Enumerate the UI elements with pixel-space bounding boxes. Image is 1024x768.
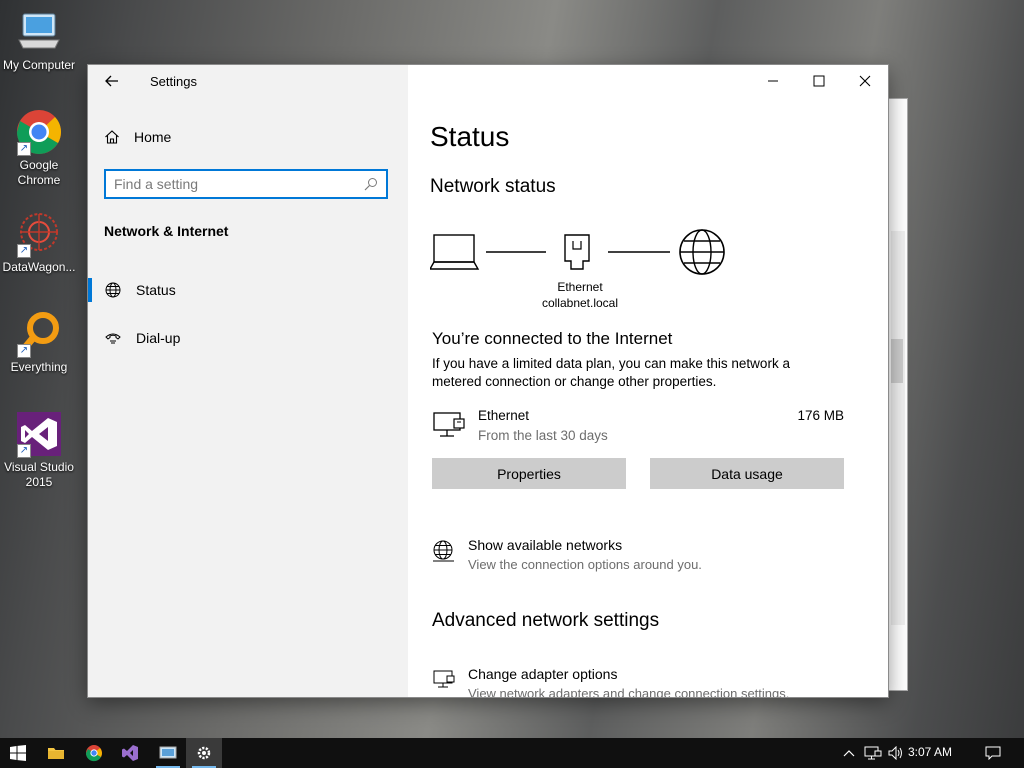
properties-button[interactable]: Properties (432, 458, 626, 489)
desktop-icon-datawagon[interactable]: ↗ DataWagon... (0, 210, 78, 275)
taskbar-visual-studio[interactable] (112, 738, 148, 768)
settings-window: Settings Home Network & Internet Status … (88, 65, 888, 697)
taskbar-settings[interactable] (186, 738, 222, 768)
globe-network-icon (433, 540, 454, 562)
shortcut-arrow-icon: ↗ (17, 142, 31, 156)
desktop-icon-label: Google Chrome (17, 158, 61, 187)
settings-content: Status Network status Ethernet collabnet… (408, 65, 888, 697)
desktop-icon-label: My Computer (2, 58, 76, 72)
taskbar: 3:07 AM (0, 738, 1024, 768)
data-usage-amount: 176 MB (797, 408, 844, 423)
link-description: View the connection options around you. (468, 557, 702, 572)
minimize-button[interactable] (750, 65, 796, 97)
window-title: Settings (150, 74, 197, 89)
visual-studio-icon: ↗ (15, 410, 63, 458)
adapter-monitor-icon (433, 670, 455, 688)
taskbar-network-tool[interactable] (150, 738, 186, 768)
sidebar-item-status[interactable]: Status (88, 272, 408, 308)
adapter-domain: collabnet.local (541, 296, 619, 310)
ethernet-monitor-icon (433, 412, 465, 437)
home-icon (105, 130, 119, 144)
search-input[interactable] (106, 171, 362, 197)
link-title: Change adapter options (468, 666, 618, 682)
change-adapter-options-link[interactable]: Change adapter options View network adap… (432, 666, 852, 697)
sidebar-item-label: Dial-up (136, 330, 181, 346)
connection-status-title: You’re connected to the Internet (432, 329, 673, 348)
search-box[interactable] (104, 169, 388, 199)
action-center-icon[interactable] (978, 738, 1008, 768)
ethernet-port-icon (564, 234, 590, 270)
connection-status-description: If you have a limited data plan, you can… (432, 356, 790, 389)
connection-row: Ethernet From the last 30 days 176 MB (432, 407, 844, 447)
network-status-heading: Network status (430, 176, 556, 197)
home-link[interactable]: Home (104, 129, 171, 145)
settings-sidebar: Settings Home Network & Internet Status … (88, 65, 408, 697)
phone-icon (105, 333, 121, 344)
visual-studio-icon (122, 745, 138, 761)
back-arrow-icon[interactable] (104, 73, 120, 89)
close-icon (859, 75, 871, 87)
maximize-button[interactable] (796, 65, 842, 97)
data-usage-button[interactable]: Data usage (650, 458, 844, 489)
gear-icon (197, 746, 211, 760)
taskbar-file-explorer[interactable] (38, 738, 74, 768)
desktop-icon-label: Visual Studio 2015 (4, 460, 74, 489)
desktop-icon-chrome[interactable]: ↗ Google Chrome (0, 108, 78, 188)
sidebar-item-dial-up[interactable]: Dial-up (88, 320, 408, 356)
adapter-label: Ethernet collabnet.local (528, 279, 632, 311)
show-available-networks-link[interactable]: Show available networks View the connect… (432, 537, 852, 577)
tray-network-icon[interactable] (862, 738, 884, 768)
datawagon-icon: ↗ (15, 210, 63, 258)
shortcut-arrow-icon: ↗ (17, 444, 31, 458)
section-title: Network & Internet (104, 223, 229, 239)
page-title: Status (430, 121, 510, 152)
close-button[interactable] (842, 65, 888, 97)
desktop-icon-everything[interactable]: ↗ Everything (0, 310, 78, 375)
computer-icon (15, 8, 63, 56)
desktop-icon-label: DataWagon... (2, 260, 76, 274)
background-scrollbar-thumb[interactable] (891, 339, 903, 383)
chrome-icon (85, 745, 102, 762)
connection-period: From the last 30 days (478, 428, 608, 443)
taskbar-clock[interactable]: 3:07 AM (908, 745, 952, 759)
advanced-settings-heading: Advanced network settings (432, 610, 660, 631)
shortcut-arrow-icon: ↗ (17, 244, 31, 258)
folder-icon (48, 748, 64, 759)
laptop-icon (430, 234, 480, 270)
desktop-icon-my-computer[interactable]: My Computer (0, 8, 78, 73)
search-icon[interactable] (364, 177, 378, 191)
link-description: View network adapters and change connect… (468, 686, 790, 697)
internet-globe-icon (679, 229, 725, 275)
tray-volume-icon[interactable] (886, 738, 906, 768)
start-button[interactable] (0, 738, 36, 768)
adapter-name: Ethernet (557, 280, 603, 294)
search-magnifier-icon: ↗ (15, 310, 63, 358)
desktop-icon-visual-studio[interactable]: ↗ Visual Studio 2015 (0, 410, 78, 490)
connection-name: Ethernet (478, 408, 530, 423)
sidebar-item-label: Status (136, 282, 176, 298)
network-tool-icon (159, 746, 177, 759)
tray-chevron-up-icon[interactable] (840, 738, 858, 768)
background-scrollbar[interactable] (891, 231, 905, 625)
shortcut-arrow-icon: ↗ (17, 344, 31, 358)
link-title: Show available networks (468, 537, 623, 553)
globe-icon (105, 282, 121, 298)
taskbar-chrome[interactable] (76, 738, 112, 768)
home-label: Home (134, 129, 172, 145)
desktop-icon-label: Everything (10, 360, 68, 374)
windows-logo-icon (10, 745, 26, 761)
chrome-icon: ↗ (15, 108, 63, 156)
